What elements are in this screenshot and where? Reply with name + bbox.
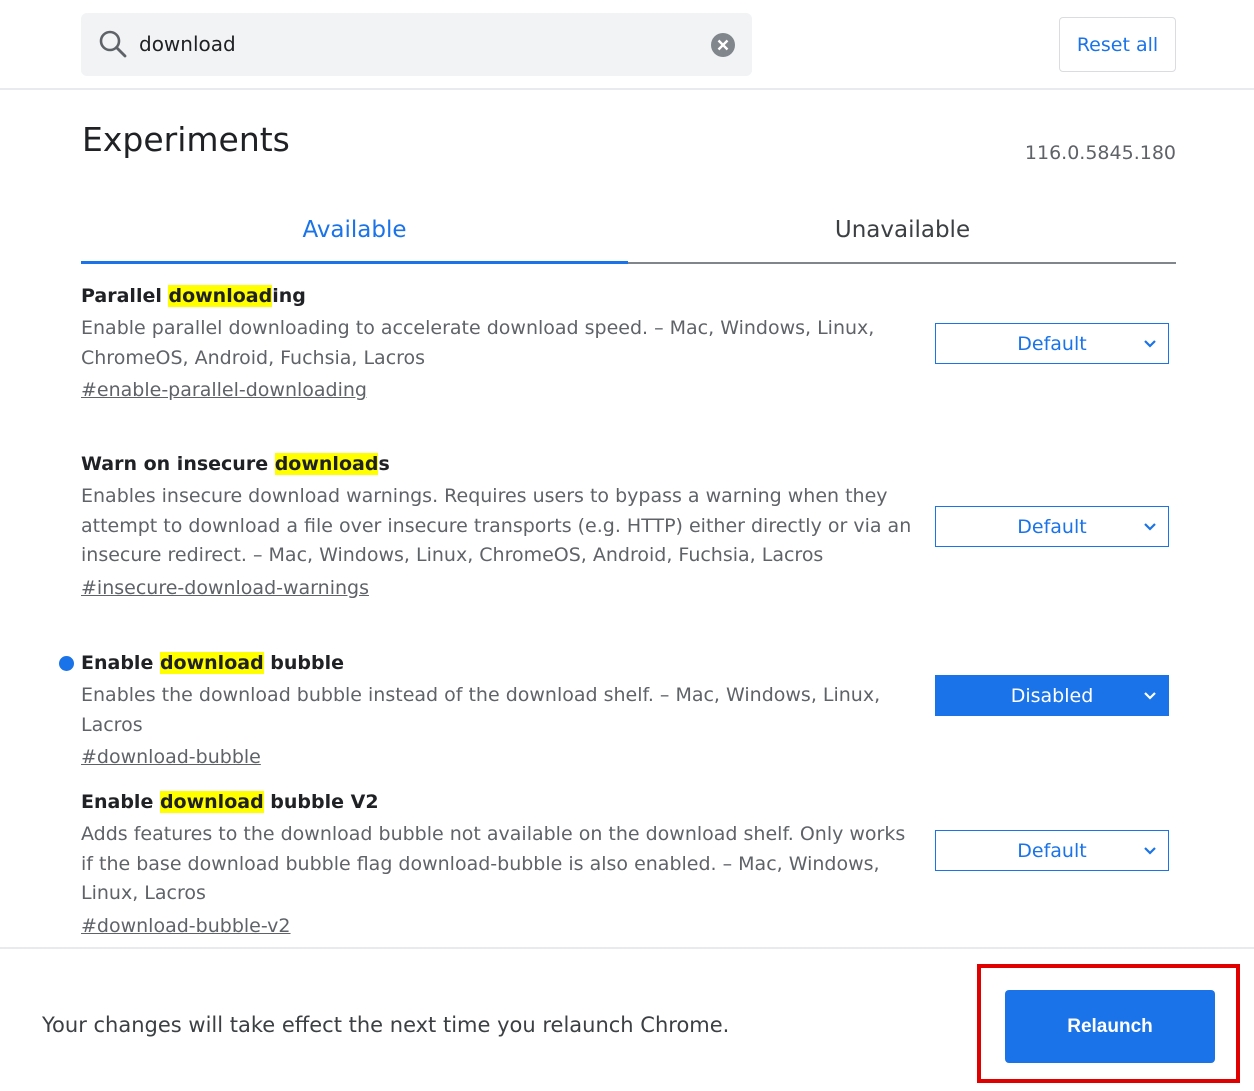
title-text: Enable [81, 652, 160, 674]
experiment-select[interactable]: Default [935, 830, 1169, 871]
search-match-highlight: download [168, 285, 273, 307]
tab-unavailable[interactable]: Unavailable [629, 196, 1176, 264]
experiment-description: Enables insecure download warnings. Requ… [81, 485, 912, 566]
experiment-link[interactable]: #enable-parallel-downloading [81, 379, 367, 401]
experiment-parallel-downloading: Parallel downloading Enable parallel dow… [81, 281, 1176, 401]
select-value: Default [1017, 839, 1087, 862]
chevron-down-icon [1144, 340, 1156, 348]
select-value: Default [1017, 332, 1087, 355]
reset-all-button[interactable]: Reset all [1059, 17, 1176, 72]
experiment-link[interactable]: #download-bubble-v2 [81, 915, 291, 937]
search-match-highlight: download [159, 791, 264, 813]
relaunch-button[interactable]: Relaunch [1005, 990, 1215, 1063]
experiment-description: Adds features to the download bubble not… [81, 823, 906, 904]
search-input[interactable] [139, 26, 699, 62]
select-value: Default [1017, 515, 1087, 538]
title-text: Warn on insecure [81, 453, 275, 475]
experiment-download-bubble: Enable download bubble Enables the downl… [59, 648, 1176, 768]
experiment-link[interactable]: #insecure-download-warnings [81, 577, 369, 599]
chevron-down-icon [1144, 847, 1156, 855]
header: Reset all [0, 0, 1254, 90]
relaunch-message: Your changes will take effect the next t… [42, 1013, 730, 1037]
experiment-select[interactable]: Disabled [935, 675, 1169, 716]
experiment-title: Enable download bubble [81, 648, 1176, 678]
title-text: bubble V2 [263, 791, 379, 813]
experiment-description: Enables the download bubble instead of t… [81, 684, 881, 736]
clear-search-icon[interactable] [710, 32, 736, 58]
chevron-down-icon [1144, 523, 1156, 531]
title-text: Enable [81, 791, 160, 813]
relaunch-footer: Your changes will take effect the next t… [0, 947, 1254, 1091]
title-text: bubble [263, 652, 345, 674]
search-match-highlight: download [274, 453, 379, 475]
experiment-select[interactable]: Default [935, 323, 1169, 364]
page-title: Experiments [82, 120, 290, 159]
chevron-down-icon [1144, 692, 1156, 700]
title-text: Parallel [81, 285, 169, 307]
experiment-title: Parallel downloading [81, 281, 1176, 311]
experiment-title: Enable download bubble V2 [81, 787, 1176, 817]
search-match-highlight: download [159, 652, 264, 674]
experiment-download-bubble-v2: Enable download bubble V2 Adds features … [81, 787, 1176, 937]
tab-available[interactable]: Available [81, 196, 628, 264]
modified-indicator-dot [59, 656, 74, 671]
select-value: Disabled [1010, 684, 1094, 707]
experiment-link[interactable]: #download-bubble [81, 746, 261, 768]
title-text: ing [272, 285, 306, 307]
experiment-description: Enable parallel downloading to accelerat… [81, 317, 875, 369]
experiment-insecure-download-warnings: Warn on insecure downloads Enables insec… [81, 449, 1176, 599]
version-label: 116.0.5845.180 [1024, 142, 1176, 164]
search-box[interactable] [81, 13, 752, 76]
experiment-select[interactable]: Default [935, 506, 1169, 547]
search-icon [99, 30, 127, 58]
tab-bar: Available Unavailable [81, 196, 1176, 264]
experiment-title: Warn on insecure downloads [81, 449, 1176, 479]
title-text: s [378, 453, 390, 475]
